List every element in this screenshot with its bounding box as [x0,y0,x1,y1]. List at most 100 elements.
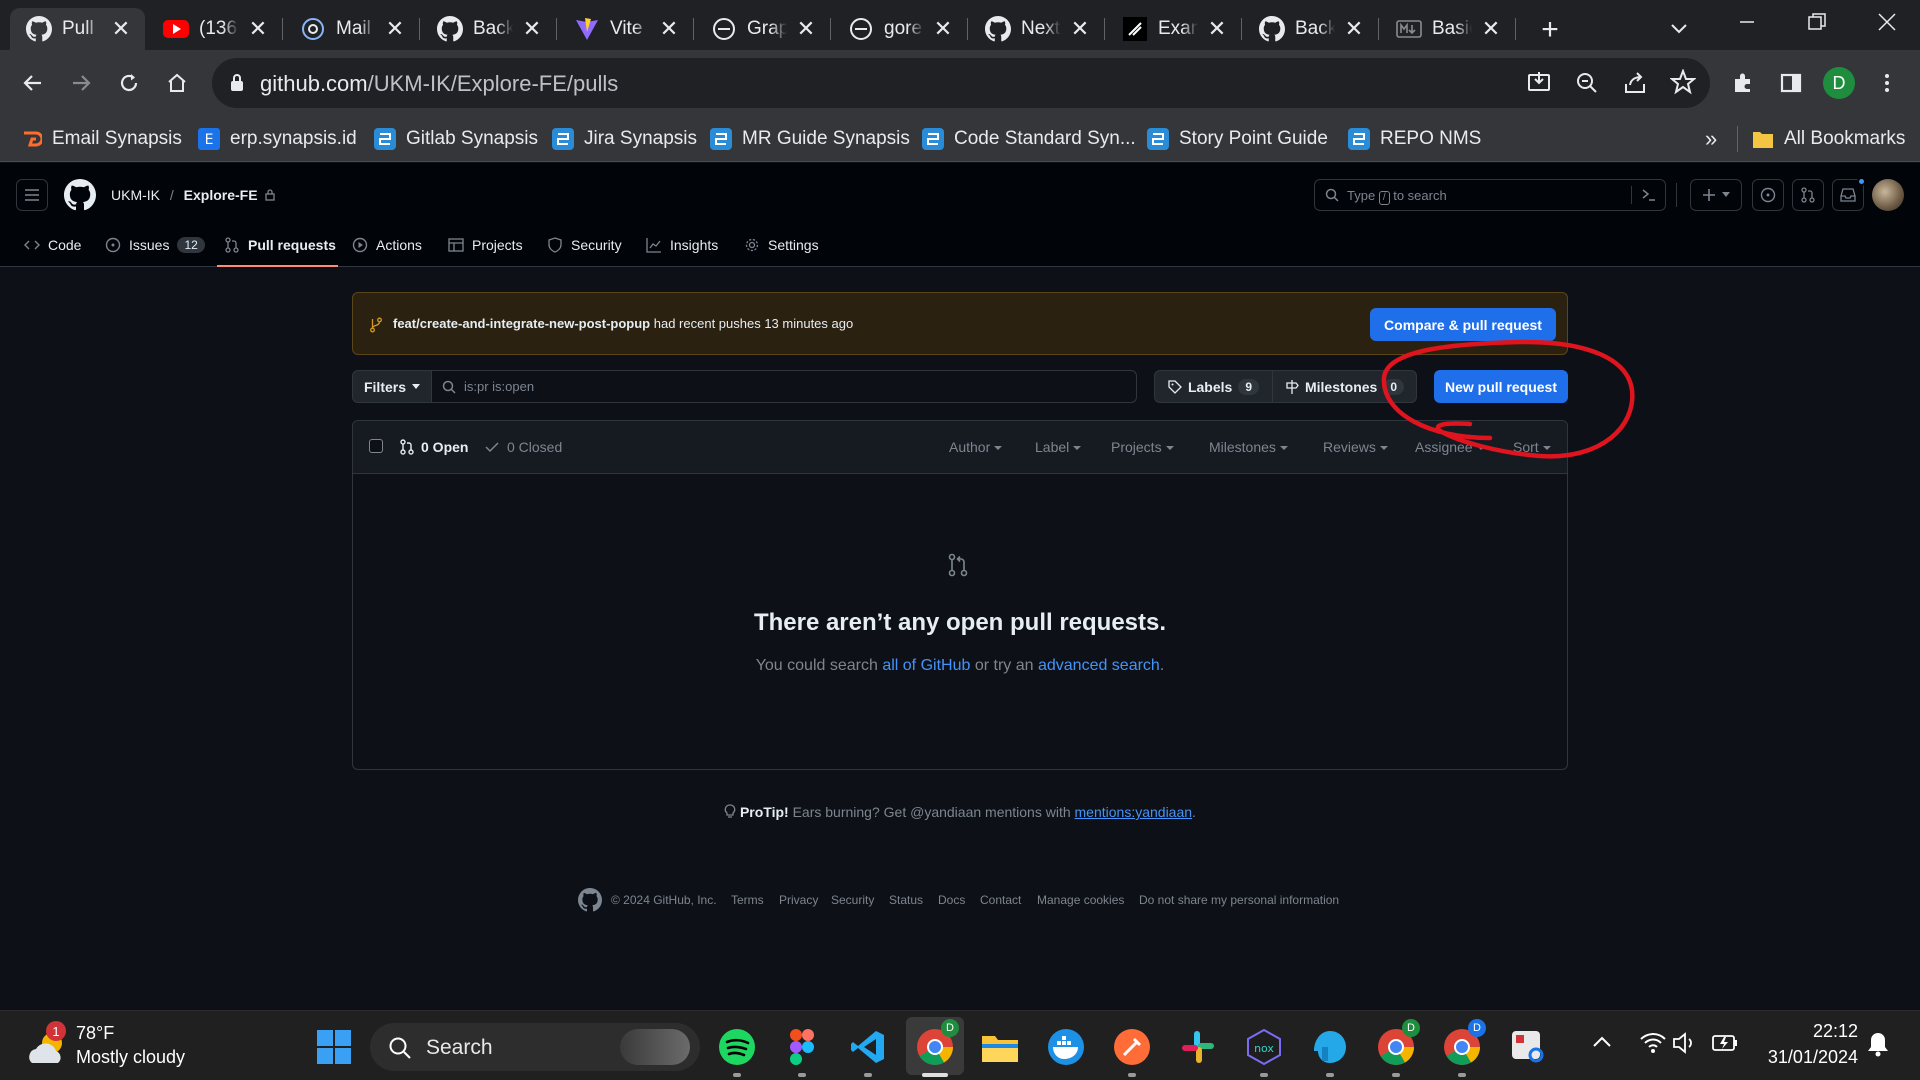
github-search-input[interactable]: Type / to search [1314,179,1666,211]
reload-icon[interactable] [112,66,146,100]
chrome-icon[interactable]: D [1440,1019,1486,1077]
side-panel-icon[interactable] [1774,66,1808,100]
all-bookmarks-button[interactable]: All Bookmarks [1752,124,1905,154]
notifications-bell-icon[interactable] [1866,1031,1890,1057]
close-tab-icon[interactable]: ✕ [246,17,270,41]
taskbar-search-box[interactable]: Search [370,1023,700,1071]
footer-link[interactable]: Docs [938,893,965,907]
close-tab-icon[interactable]: ✕ [383,17,407,41]
close-tab-icon[interactable]: ✕ [657,17,681,41]
sort-dropdown-author[interactable]: Author [949,439,1003,455]
browser-tab[interactable]: (136 ✕ [147,8,282,50]
share-icon[interactable] [1622,70,1648,96]
browser-tab[interactable]: Back ✕ [421,8,556,50]
tab-issues[interactable]: Issues 12 [105,233,205,257]
bookmark-item[interactable]: MR Guide Synapsis [710,124,910,154]
tab-projects[interactable]: Projects [448,233,523,257]
closed-filter-link[interactable]: 0 Closed [485,439,562,455]
chrome-menu-icon[interactable] [1870,66,1904,100]
footer-link[interactable]: Status [889,893,923,907]
clock-time[interactable]: 22:12 [1752,1021,1858,1042]
bookmark-item[interactable]: Jira Synapsis [552,124,697,154]
close-tab-icon[interactable]: ✕ [1479,17,1503,41]
footer-link[interactable]: Do not share my personal information [1139,893,1339,907]
weather-icon[interactable]: 1 [26,1021,70,1067]
bookmark-item[interactable]: REPO NMS [1348,124,1481,154]
footer-link[interactable]: Manage cookies [1037,893,1124,907]
sort-dropdown-projects[interactable]: Projects [1111,439,1174,455]
close-tab-icon[interactable]: ✕ [931,17,955,41]
url-text[interactable]: github.com/UKM-IK/Explore-FE/pulls [260,71,618,97]
browser-tab[interactable]: Basic ✕ [1380,8,1515,50]
create-new-button[interactable] [1690,179,1742,211]
battery-icon[interactable] [1712,1033,1738,1053]
owner-link[interactable]: UKM-IK [111,187,160,203]
inbox-button[interactable] [1832,177,1866,211]
open-filter-link[interactable]: 0 Open [399,439,468,455]
back-icon[interactable] [16,66,50,100]
minimize-button[interactable] [1712,0,1782,44]
more-bookmarks-button[interactable]: » [1705,124,1717,154]
close-tab-icon[interactable]: ✕ [1205,17,1229,41]
sort-dropdown-label[interactable]: Label [1035,439,1082,455]
footer-link[interactable]: Terms [731,893,764,907]
github-logo-icon[interactable] [64,179,96,211]
figma-icon[interactable] [780,1025,824,1077]
show-hidden-icons-chevron-icon[interactable] [1592,1035,1612,1049]
command-palette-icon[interactable] [1641,188,1657,202]
new-tab-button[interactable]: + [1532,12,1568,48]
close-tab-icon[interactable]: ✕ [1068,17,1092,41]
github-footer-logo-icon[interactable] [578,888,602,912]
tableplus-icon[interactable] [1308,1025,1352,1077]
labels-button[interactable]: Labels 9 [1154,370,1273,403]
spotify-icon[interactable] [715,1025,759,1077]
clock-date[interactable]: 31/01/2024 [1752,1047,1858,1068]
windows-start-icon[interactable] [312,1025,356,1069]
bookmark-star-icon[interactable] [1670,69,1696,95]
advanced-search-link[interactable]: advanced search [1038,657,1160,674]
compare-pull-request-button[interactable]: Compare & pull request [1370,308,1556,341]
browser-tab[interactable]: gore ✕ [832,8,967,50]
profile-avatar[interactable]: D [1822,66,1856,100]
zoom-icon[interactable] [1574,70,1600,96]
tab-actions[interactable]: Actions [352,233,422,257]
restore-button[interactable] [1782,0,1852,44]
home-icon[interactable] [160,66,194,100]
forward-icon[interactable] [64,66,98,100]
bookmark-item[interactable]: Eerp.synapsis.id [198,124,357,154]
close-tab-icon[interactable]: ✕ [109,17,133,41]
close-window-button[interactable] [1852,0,1920,44]
tab-security[interactable]: Security [547,233,622,257]
wifi-icon[interactable] [1640,1031,1666,1055]
lock-icon[interactable] [230,74,244,92]
hamburger-menu-button[interactable] [16,179,48,211]
close-tab-icon[interactable]: ✕ [520,17,544,41]
all-of-github-link[interactable]: all of GitHub [882,657,970,674]
tab-insights[interactable]: Insights [646,233,718,257]
postman-icon[interactable] [1110,1025,1154,1077]
docker-icon[interactable] [1044,1025,1088,1069]
tab-search-chevron-icon[interactable] [1664,14,1694,44]
snipping-tool-icon[interactable] [1506,1025,1550,1069]
file-explorer-icon[interactable] [978,1025,1022,1069]
chrome-icon[interactable]: D [1374,1019,1420,1077]
repo-link[interactable]: Explore-FE [184,187,258,203]
user-avatar[interactable] [1872,179,1904,211]
browser-tab[interactable]: Mail ✕ [284,8,419,50]
install-app-icon[interactable] [1526,70,1552,96]
bookmark-item[interactable]: Gitlab Synapsis [374,124,538,154]
browser-tab[interactable]: Back ✕ [1243,8,1378,50]
nox-icon[interactable]: nox [1242,1025,1286,1077]
footer-link[interactable]: Security [831,893,874,907]
browser-tab[interactable]: Pull ✕ [10,8,145,50]
chrome-icon[interactable]: D [913,1019,959,1077]
bookmark-item[interactable]: Story Point Guide [1147,124,1328,154]
footer-link[interactable]: Privacy [779,893,818,907]
sort-dropdown-milestones[interactable]: Milestones [1209,439,1288,455]
filters-dropdown[interactable]: Filters [352,370,432,403]
browser-tab[interactable]: Grap ✕ [695,8,830,50]
browser-tab[interactable]: Exan ✕ [1106,8,1241,50]
tab-code[interactable]: Code [24,233,81,257]
tab-settings[interactable]: Settings [744,233,819,257]
select-all-checkbox[interactable] [369,439,383,453]
